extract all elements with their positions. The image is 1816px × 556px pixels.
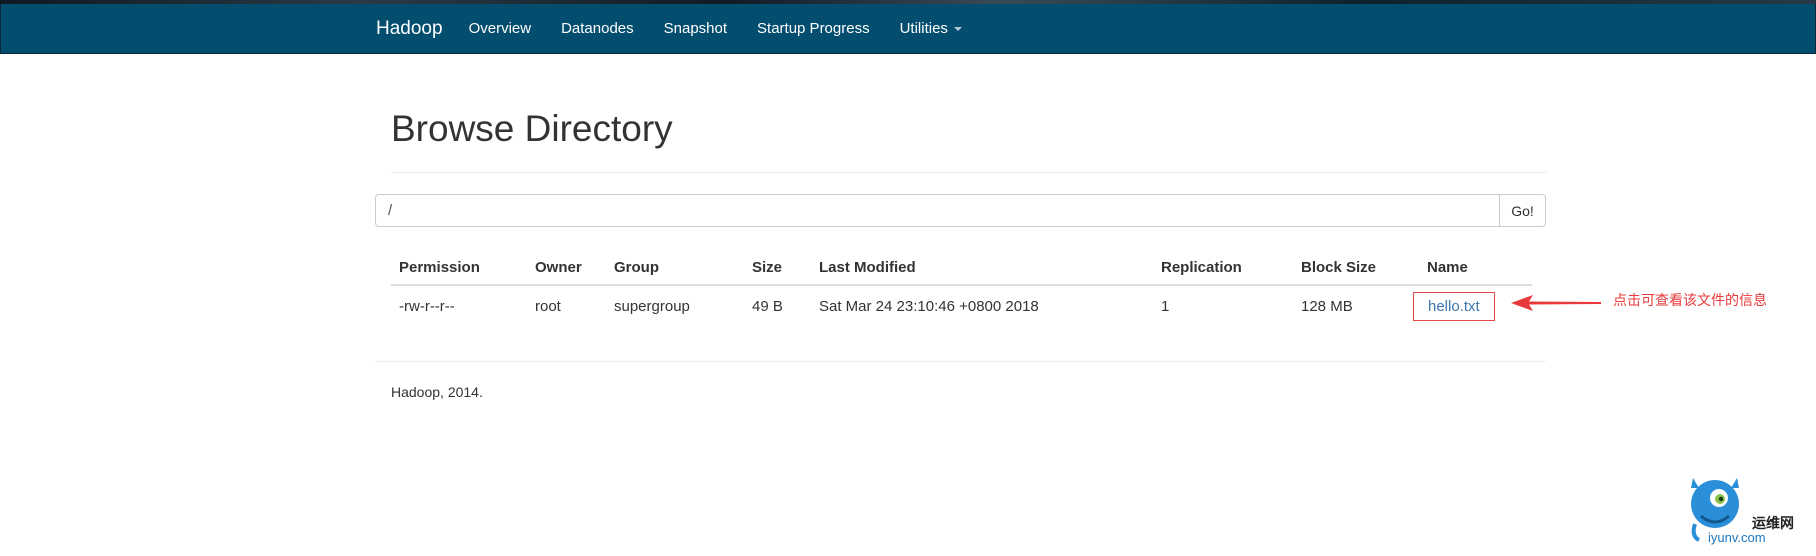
column-header-size[interactable]: Size — [744, 250, 811, 286]
cell-group: supergroup — [614, 297, 690, 315]
page-title: Browse Directory — [391, 108, 673, 149]
directory-path-input[interactable] — [375, 194, 1499, 227]
column-header-last-modified[interactable]: Last Modified — [811, 250, 1153, 286]
nav-item-utilities-dropdown[interactable]: Utilities — [900, 20, 962, 37]
cell-last-modified: Sat Mar 24 23:10:46 +0800 2018 — [819, 297, 1039, 315]
footer-copyright: Hadoop, 2014. — [391, 384, 483, 400]
cell-replication: 1 — [1161, 297, 1170, 315]
nav-item-datanodes[interactable]: Datanodes — [561, 20, 634, 37]
cell-block-size: 128 MB — [1301, 297, 1353, 315]
column-header-permission[interactable]: Permission — [391, 250, 527, 286]
annotation-arrow-icon — [1511, 295, 1601, 311]
directory-path-form: Go! — [375, 194, 1546, 227]
nav-item-startup-progress[interactable]: Startup Progress — [757, 20, 870, 37]
watermark-url: iyunv.com — [1708, 530, 1766, 545]
table-row: -rw-r--r-- root supergroup 49 B Sat Mar … — [391, 285, 1532, 326]
title-divider — [391, 172, 1547, 173]
cell-owner: root — [535, 297, 561, 315]
cell-permission: -rw-r--r-- — [399, 297, 455, 315]
footer-divider — [375, 361, 1546, 362]
column-header-owner[interactable]: Owner — [527, 250, 606, 286]
column-header-name[interactable]: Name — [1419, 250, 1532, 286]
navbar-brand[interactable]: Hadoop — [376, 18, 443, 40]
annotation-label: 点击可查看该文件的信息 — [1613, 292, 1767, 308]
column-header-replication[interactable]: Replication — [1153, 250, 1293, 286]
column-header-block-size[interactable]: Block Size — [1293, 250, 1419, 286]
navbar-inner: Hadoop Overview Datanodes Snapshot Start… — [376, 4, 992, 53]
nav-item-snapshot[interactable]: Snapshot — [664, 20, 727, 37]
nav-item-utilities-label: Utilities — [899, 20, 948, 37]
file-listing-table: Permission Owner Group Size Last Modifie… — [391, 250, 1532, 326]
nav-item-overview[interactable]: Overview — [469, 20, 532, 37]
go-button[interactable]: Go! — [1499, 194, 1546, 227]
caret-down-icon — [953, 26, 962, 31]
top-navbar: Hadoop Overview Datanodes Snapshot Start… — [0, 4, 1816, 54]
cell-size: 49 B — [752, 297, 783, 315]
file-link-hello-txt[interactable]: hello.txt — [1413, 291, 1495, 321]
column-header-group[interactable]: Group — [606, 250, 744, 286]
table-header-row: Permission Owner Group Size Last Modifie… — [391, 250, 1532, 286]
